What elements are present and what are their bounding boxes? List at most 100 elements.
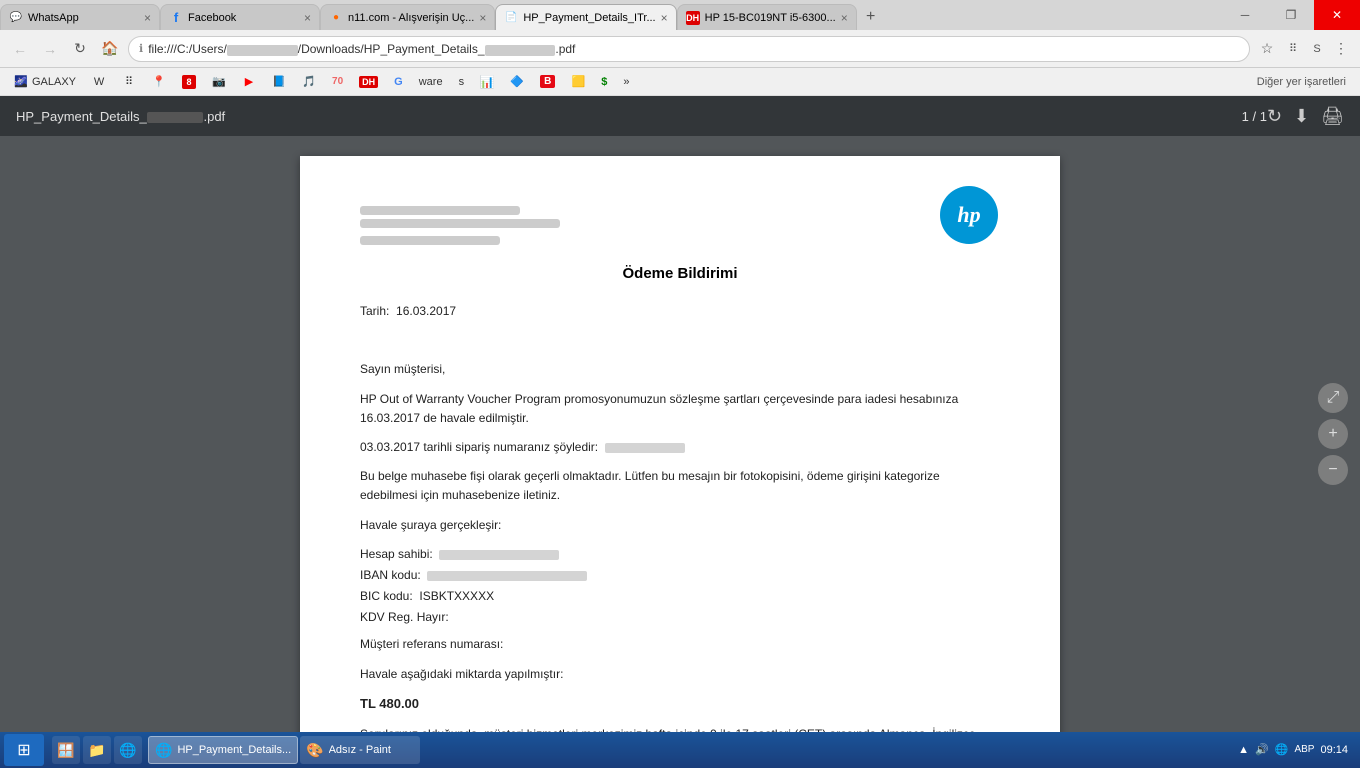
keyboard-icon: ABP — [1294, 744, 1314, 755]
tab-facebook[interactable]: f Facebook × — [160, 4, 320, 30]
pdf-refresh-button[interactable]: ↻ — [1267, 106, 1282, 127]
n11-favicon: ● — [329, 11, 343, 25]
taskbar-pin-2[interactable]: 📁 — [83, 736, 111, 764]
pdf-actions: ↻ ⬇ 🖨 — [1267, 106, 1344, 127]
tab-hp-laptop-close[interactable]: × — [841, 11, 848, 25]
url-bar[interactable]: ℹ file:///C:/Users/░░░░░░░░░░/Downloads/… — [128, 36, 1250, 62]
bookmark-yt[interactable]: ▶ — [236, 71, 262, 93]
bookmark-g[interactable]: G — [388, 71, 409, 93]
tab-whatsapp-close[interactable]: × — [144, 11, 151, 25]
tab-n11-label: n11.com - Alışverişin Uç... — [348, 12, 474, 24]
bookmark-more-chevron[interactable]: » — [617, 71, 635, 93]
extensions-icon[interactable]: ⠿ — [1282, 38, 1304, 60]
iban-label: IBAN kodu: — [360, 568, 421, 582]
tab-hp-payment[interactable]: 📄 HP_Payment_Details_ITr... × — [495, 4, 676, 30]
tab-whatsapp[interactable]: 💬 WhatsApp × — [0, 4, 160, 30]
pdf-page-info: 1 / 1 — [1242, 109, 1267, 124]
bookmark-s[interactable]: s — [453, 71, 471, 93]
network-icon[interactable]: 🌐 — [1275, 743, 1289, 756]
pdf-print-button[interactable]: 🖨 — [1321, 106, 1344, 127]
music-icon: 🎵 — [302, 75, 316, 89]
tab-bar: 💬 WhatsApp × f Facebook × ● n11.com - Al… — [0, 0, 1360, 30]
restore-button[interactable]: ❐ — [1268, 0, 1314, 30]
bookmark-w[interactable]: W — [86, 71, 112, 93]
bookmark-apps[interactable]: ⠿ — [116, 71, 142, 93]
bm-70-label: 70 — [332, 76, 343, 87]
pdf-toolbar: HP_Payment_Details_░░░░░░░░.pdf 1 / 1 ↻ … — [0, 96, 1360, 136]
show-hidden-icon[interactable]: ▲ — [1238, 744, 1249, 756]
bic-line: BIC kodu: ISBKTXXXXX — [360, 587, 1000, 606]
browser-frame: 💬 WhatsApp × f Facebook × ● n11.com - Al… — [0, 0, 1360, 768]
zoom-in-button[interactable]: + — [1318, 419, 1348, 449]
home-button[interactable]: 🏠 — [98, 37, 122, 61]
para2-prefix: 03.03.2017 tarihli sipariş numaranız şöy… — [360, 440, 598, 454]
bookmark-star-icon[interactable]: ☆ — [1256, 38, 1278, 60]
iban-value — [427, 571, 587, 581]
chrome-menu-icon[interactable]: ⋮ — [1330, 38, 1352, 60]
tab-n11[interactable]: ● n11.com - Alışverişin Uç... × — [320, 4, 495, 30]
pdf-content-area[interactable]: hp Ödeme Bildirimi Tarih: 16.03.2017 — [0, 136, 1360, 732]
taskbar-hp-label: HP_Payment_Details... — [177, 744, 291, 756]
yellow-icon: 🟨 — [571, 75, 585, 89]
bookmark-b[interactable]: B — [534, 71, 561, 93]
zoom-out-button[interactable]: − — [1318, 455, 1348, 485]
bookmarks-bar: 🌌 GALAXY W ⠿ 📍 8 📷 ▶ 📘 🎵 70 DH G ware s 📊… — [0, 68, 1360, 96]
tab-hp-laptop[interactable]: DH HP 15-BC019NT i5-6300... × — [677, 4, 857, 30]
reload-button[interactable]: ↻ — [68, 37, 92, 61]
minimize-button[interactable]: ─ — [1222, 0, 1268, 30]
taskbar-pin-1[interactable]: 🪟 — [52, 736, 80, 764]
bookmark-dh[interactable]: DH — [353, 71, 384, 93]
galaxy-icon: 🌌 — [14, 75, 28, 89]
bookmark-dollar[interactable]: $ — [595, 71, 613, 93]
kdv-line: KDV Reg. Hayır: — [360, 608, 1000, 627]
bm-g-label: G — [394, 76, 403, 88]
taskbar-hp-icon: 🌐 — [155, 742, 172, 759]
havale-label-line: Havale aşağıdaki miktarda yapılmıştır: — [360, 665, 1000, 684]
speaker-icon[interactable]: 🔊 — [1255, 743, 1269, 756]
bookmark-red1[interactable]: 8 — [176, 71, 202, 93]
bookmark-ware[interactable]: ware — [413, 71, 449, 93]
bookmark-70[interactable]: 70 — [326, 71, 349, 93]
bookmark-galaxy-label: GALAXY — [32, 76, 76, 88]
para2: 03.03.2017 tarihli sipariş numaranız şöy… — [360, 438, 1000, 457]
taskbar-pin-3[interactable]: 🌐 — [114, 736, 142, 764]
tab-whatsapp-label: WhatsApp — [28, 12, 139, 24]
bookmark-yellow[interactable]: 🟨 — [565, 71, 591, 93]
bm-ware-label: ware — [419, 76, 443, 88]
profile-icon[interactable]: S — [1306, 38, 1328, 60]
bookmark-trello[interactable]: 🔷 — [504, 71, 530, 93]
tab-n11-close[interactable]: × — [479, 11, 486, 25]
bookmark-galaxy[interactable]: 🌌 GALAXY — [8, 71, 82, 93]
clock-time: 09:14 — [1320, 743, 1348, 757]
excel-icon: 📊 — [480, 75, 494, 89]
address-right: ☆ ⠿ S ⋮ — [1256, 38, 1352, 60]
tab-hp-payment-close[interactable]: × — [661, 11, 668, 25]
bookmark-more-button[interactable]: Diğer yer işaretleri — [1251, 76, 1352, 88]
pdf-download-button[interactable]: ⬇ — [1294, 106, 1309, 127]
tab-hp-payment-label: HP_Payment_Details_ITr... — [523, 12, 655, 24]
date-label: Tarih: — [360, 304, 389, 318]
back-button[interactable]: ← — [8, 37, 32, 61]
bookmark-db[interactable]: 📘 — [266, 71, 292, 93]
trello-icon: 🔷 — [510, 75, 524, 89]
taskbar-hp-payment[interactable]: 🌐 HP_Payment_Details... — [148, 736, 298, 764]
expand-button[interactable]: ⤢ — [1318, 383, 1348, 413]
start-button[interactable]: ⊞ — [4, 734, 44, 766]
pdf-body: Tarih: 16.03.2017 Sayın müşterisi, HP Ou… — [360, 302, 1000, 732]
forward-button[interactable]: → — [38, 37, 62, 61]
date-line: Tarih: 16.03.2017 — [360, 302, 1000, 321]
tab-facebook-close[interactable]: × — [304, 11, 311, 25]
new-tab-button[interactable]: + — [857, 4, 885, 30]
bookmark-insta[interactable]: 📷 — [206, 71, 232, 93]
bookmark-maps[interactable]: 📍 — [146, 71, 172, 93]
taskbar-paint[interactable]: 🎨 Adsız - Paint — [300, 736, 420, 764]
address-line-1 — [360, 206, 520, 215]
system-clock[interactable]: 09:14 — [1320, 743, 1348, 757]
bookmark-excel[interactable]: 📊 — [474, 71, 500, 93]
support-text: Sorularınız olduğunda, müşteri hizmetler… — [360, 725, 1000, 732]
system-tray: ▲ 🔊 🌐 ABP 09:14 — [1230, 743, 1356, 757]
close-button[interactable]: ✕ — [1314, 0, 1360, 30]
bookmark-music[interactable]: 🎵 — [296, 71, 322, 93]
taskbar: ⊞ 🪟 📁 🌐 🌐 HP_Payment_Details... 🎨 Adsız … — [0, 732, 1360, 768]
amount-line: TL 480.00 — [360, 694, 1000, 715]
